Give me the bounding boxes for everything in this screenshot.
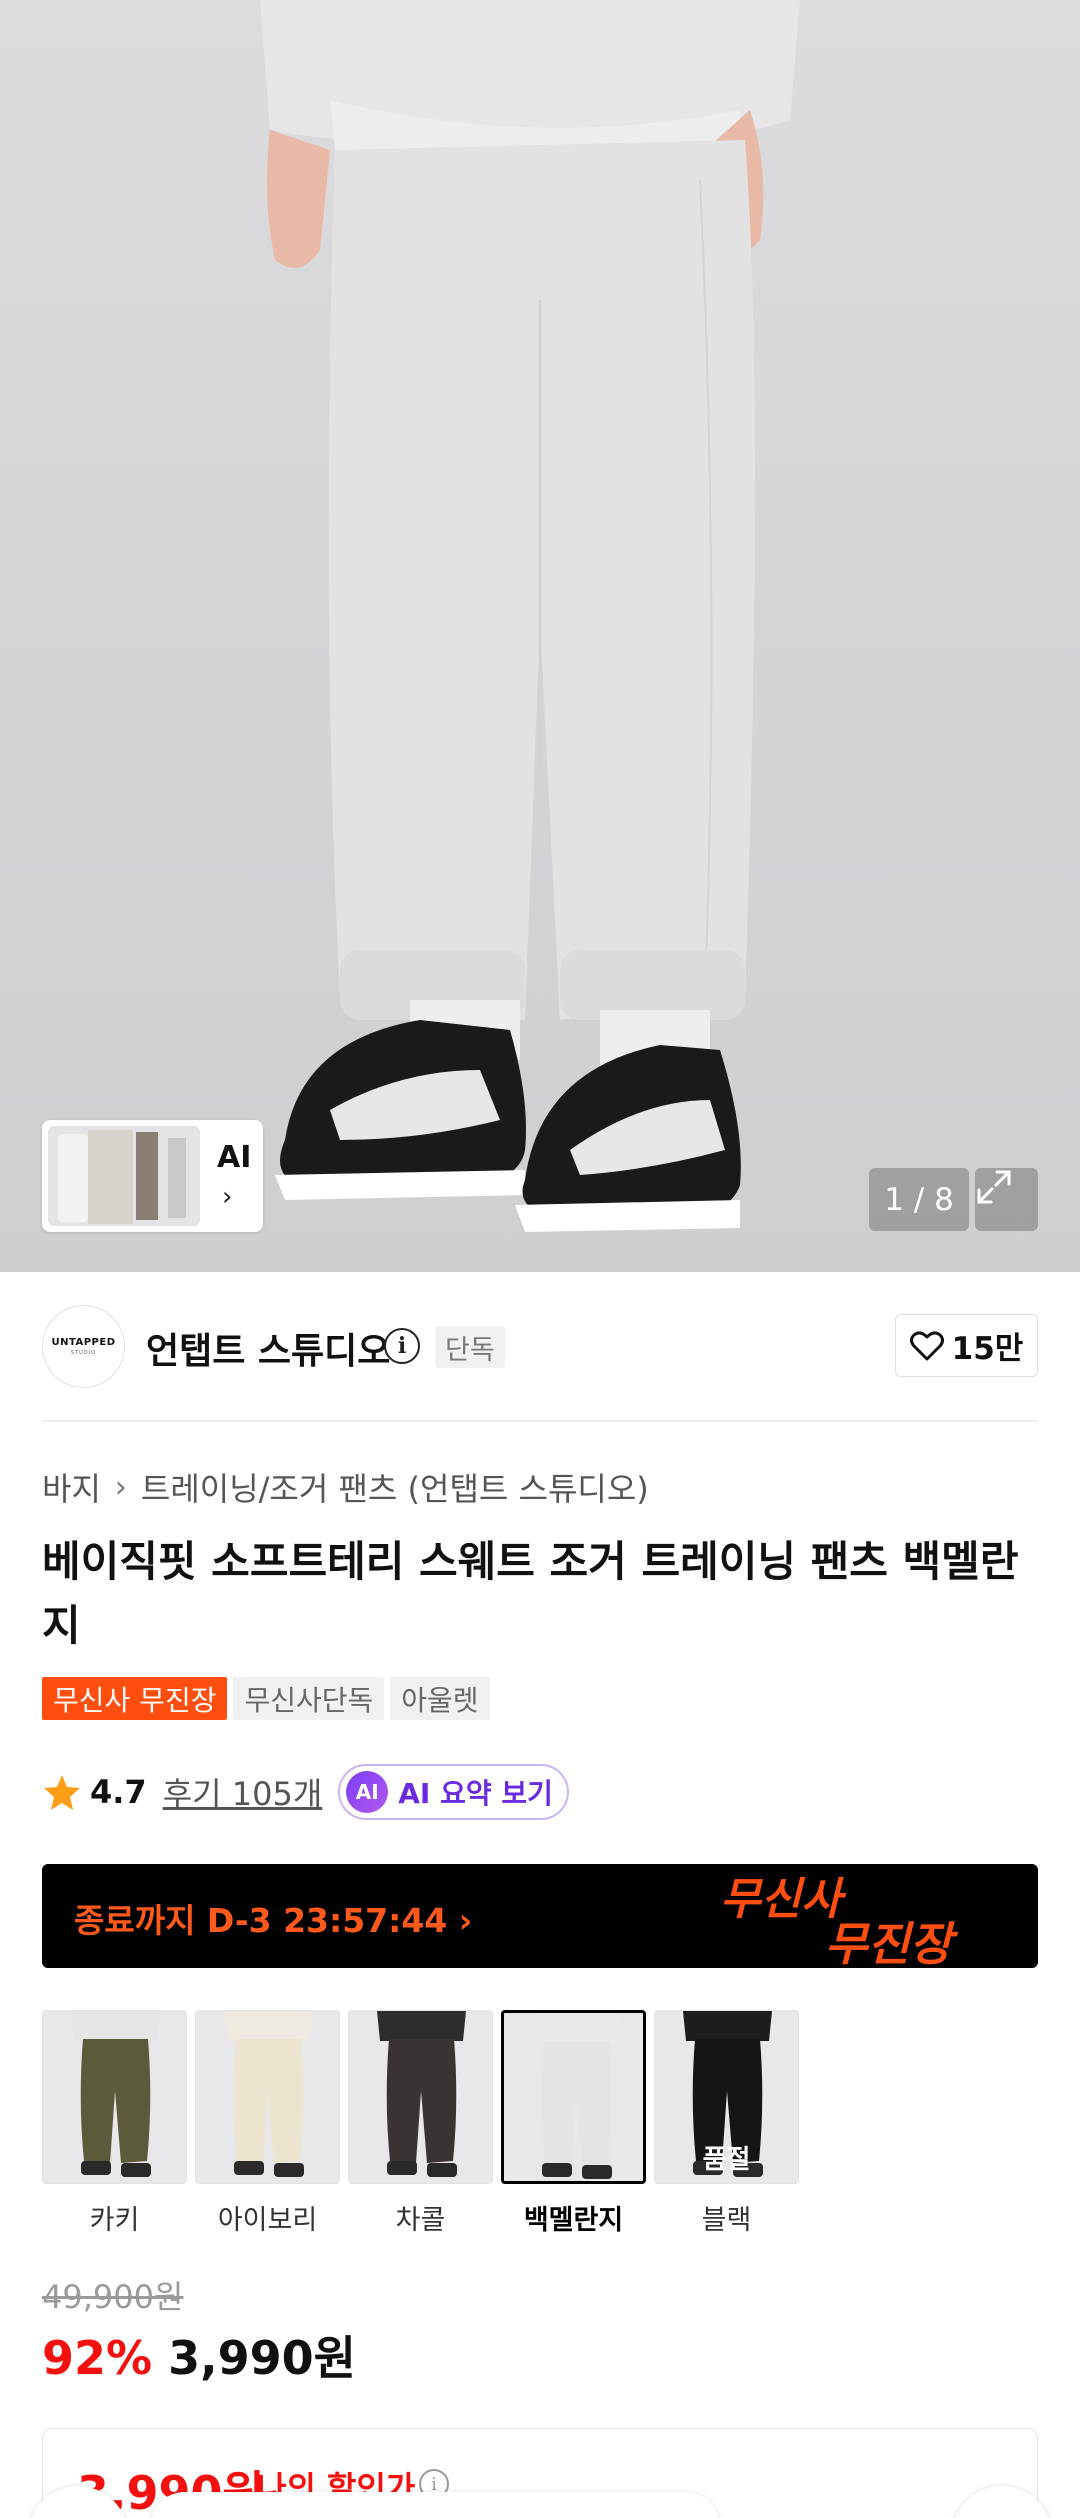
brand-logo-subtext: STUDIO xyxy=(70,1350,97,1356)
color-option-label: 카키 xyxy=(89,2205,140,2236)
breadcrumb-category[interactable]: 바지 xyxy=(42,1464,101,1510)
color-option-image xyxy=(195,2010,340,2184)
color-option-image xyxy=(348,2010,493,2184)
ai-similar-items-button[interactable]: AI › xyxy=(42,1120,263,1232)
color-option[interactable]: 백멜란지 xyxy=(501,2010,646,2237)
color-option[interactable]: 아이보리 xyxy=(195,2010,340,2237)
expand-icon xyxy=(977,1170,1011,1204)
deal-banner[interactable]: 종료까지 D-3 23:57:44 › 무신사 무진장 xyxy=(42,1864,1038,1968)
color-option-label: 차콜 xyxy=(395,2205,446,2236)
final-price: 3,990원 xyxy=(168,2331,356,2385)
ai-summary-button[interactable]: AI AI 요약 보기 xyxy=(338,1764,569,1820)
price-row: 92% 3,990원 xyxy=(42,2322,356,2388)
product-image-gallery[interactable]: AI › 1 / 8 xyxy=(0,0,1080,1272)
soldout-label: 품절 xyxy=(702,2145,751,2175)
expand-button[interactable] xyxy=(975,1168,1038,1231)
review-count-link[interactable]: 후기 105개 xyxy=(163,1769,323,1815)
musinsa-mujinjang-logo: 무신사 무진장 xyxy=(720,1874,959,1968)
brand-logo-text: UNTAPPED xyxy=(51,1337,116,1348)
like-count: 15만 xyxy=(951,1331,1024,1367)
product-title: 베이직핏 소프트테리 스웨트 조거 트레이닝 팬츠 백멜란지 xyxy=(42,1537,1019,1650)
color-option[interactable]: 카키 xyxy=(42,2010,187,2237)
color-option-image xyxy=(501,2010,646,2184)
ai-label: AI xyxy=(217,1140,252,1175)
product-tags: 무신사 무진장 무신사단독 아울렛 xyxy=(42,1677,490,1720)
breadcrumb: 바지 › 트레이닝/조거 팬츠 (언탭트 스튜디오) xyxy=(42,1464,649,1510)
color-option-image: 품절 xyxy=(654,2010,799,2184)
rating-row: 4.7 후기 105개 AI AI 요약 보기 xyxy=(42,1762,569,1822)
deal-countdown: 종료까지 D-3 23:57:44 › xyxy=(74,1901,473,1940)
exclusive-badge: 단독 xyxy=(435,1326,505,1368)
product-photo xyxy=(260,0,800,1232)
like-button[interactable]: 15만 xyxy=(895,1314,1038,1377)
brand-logo[interactable]: UNTAPPED STUDIO xyxy=(42,1305,125,1388)
star-icon xyxy=(44,1775,80,1810)
svg-text:무진장: 무진장 xyxy=(825,1917,959,1968)
color-option[interactable]: 차콜 xyxy=(348,2010,493,2237)
divider xyxy=(42,1420,1038,1422)
color-option-image xyxy=(42,2010,187,2184)
chevron-right-icon: › xyxy=(114,1469,127,1505)
breadcrumb-subcategory[interactable]: 트레이닝/조거 팬츠 (언탭트 스튜디오) xyxy=(141,1464,649,1510)
color-option-label: 블랙 xyxy=(701,2205,752,2236)
info-icon[interactable]: i xyxy=(384,1328,420,1364)
ai-badge-icon: AI xyxy=(346,1771,389,1813)
color-option-label: 아이보리 xyxy=(217,2205,318,2236)
color-option[interactable]: 품절블랙 xyxy=(654,2010,799,2237)
heart-icon xyxy=(909,1330,944,1360)
chevron-right-icon: › xyxy=(222,1182,233,1212)
ai-summary-label: AI 요약 보기 xyxy=(398,1777,553,1810)
tag-outlet: 아울렛 xyxy=(390,1677,490,1720)
color-option-label: 백멜란지 xyxy=(523,2205,624,2236)
brand-name-link[interactable]: 언탭트 스튜디오 xyxy=(146,1322,390,1374)
tag-musinsa-mujinjang: 무신사 무진장 xyxy=(42,1677,228,1720)
color-options: 카키 아이보리 차콜 백멜란지 품절블랙 xyxy=(42,2010,799,2237)
tag-musinsa-exclusive: 무신사단독 xyxy=(233,1677,385,1720)
discount-rate: 92% xyxy=(42,2331,153,2385)
original-price: 49,900원 xyxy=(42,2278,184,2316)
floating-pill[interactable] xyxy=(150,2492,720,2518)
rating-score: 4.7 xyxy=(90,1773,147,1811)
ai-thumbnail-image xyxy=(48,1126,200,1226)
image-counter: 1 / 8 xyxy=(869,1168,969,1231)
